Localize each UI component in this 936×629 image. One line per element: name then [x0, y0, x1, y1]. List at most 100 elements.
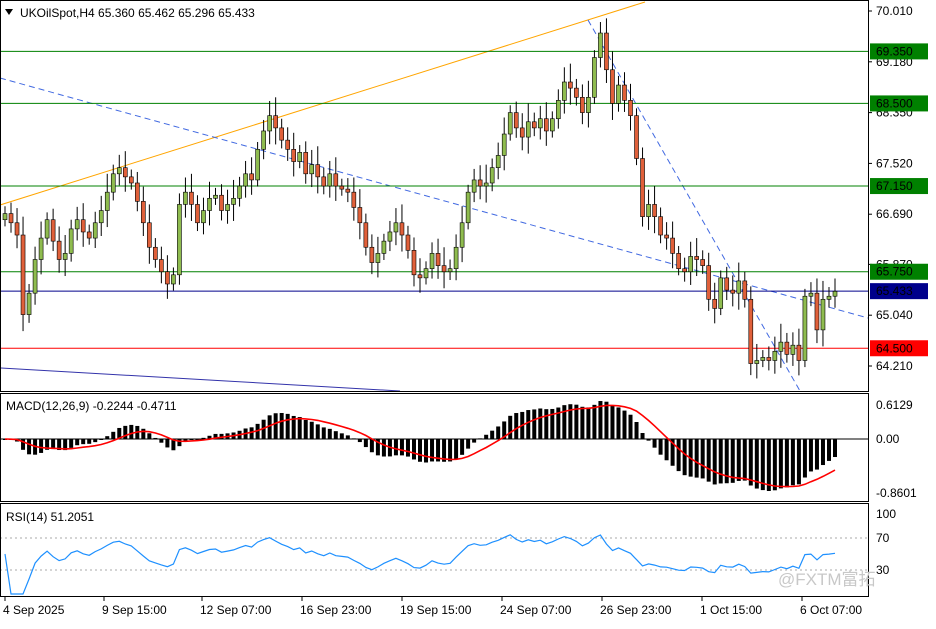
macd-bar — [748, 439, 753, 486]
macd-bar — [784, 439, 789, 488]
macd-bar — [87, 439, 92, 444]
candle-body — [712, 298, 718, 309]
rsi-tick-label: 30 — [876, 563, 890, 577]
candle-body — [309, 164, 315, 175]
macd-bar — [820, 439, 825, 466]
price-tick-label: 70.010 — [876, 4, 913, 18]
macd-bar — [399, 439, 404, 456]
price-tick-label: 67.520 — [876, 156, 913, 170]
macd-bar — [321, 427, 326, 439]
candle-body — [86, 231, 92, 239]
price-tick-label: 64.210 — [876, 359, 913, 373]
macd-bar — [381, 439, 386, 457]
macd-bar — [622, 410, 627, 439]
candle-body — [646, 204, 651, 217]
macd-bar — [327, 428, 332, 439]
macd-bar — [418, 439, 422, 462]
macd-bar — [682, 439, 687, 476]
macd-bar — [766, 439, 771, 491]
candle-body — [760, 357, 766, 361]
candle-body — [68, 228, 74, 254]
candle-body — [333, 173, 339, 187]
candle-body — [634, 115, 639, 159]
macd-bar — [333, 431, 338, 439]
candle-body — [604, 32, 609, 71]
candle-body — [297, 152, 303, 162]
candle-body — [580, 97, 585, 113]
candle-body — [357, 207, 363, 224]
candle-body — [98, 210, 104, 224]
macd-bar — [658, 439, 663, 455]
price-tick-label: 66.690 — [876, 207, 913, 221]
candle-body — [249, 173, 254, 181]
candle-body — [616, 84, 621, 104]
candle-body — [315, 164, 321, 178]
rsi-panel — [0, 503, 869, 597]
level-label: 67.150 — [876, 179, 913, 193]
candle-body — [122, 167, 128, 178]
time-tick-label: 24 Sep 07:00 — [500, 603, 572, 617]
macd-bar — [39, 439, 44, 453]
candle-body — [50, 219, 56, 242]
macd-bar — [586, 407, 591, 439]
macd-bar — [75, 439, 80, 446]
candle-body — [165, 271, 170, 285]
macd-bar — [105, 436, 110, 439]
candle-body — [513, 112, 519, 129]
rsi-tick-label: 70 — [876, 531, 890, 545]
macd-bar — [706, 439, 711, 482]
candle-body — [62, 253, 68, 260]
candle-body — [393, 222, 399, 233]
macd-bar — [646, 439, 651, 441]
candle-body — [285, 139, 290, 150]
macd-bar — [802, 439, 807, 478]
macd-bar — [279, 412, 284, 439]
candle-body — [664, 234, 669, 239]
candle-body — [32, 259, 38, 294]
candle-body — [116, 167, 122, 175]
macd-bar — [351, 438, 356, 440]
candle-body — [104, 191, 110, 211]
macd-bar — [580, 406, 585, 439]
candle-body — [598, 32, 603, 58]
macd-bar — [460, 439, 465, 455]
macd-bar — [411, 439, 416, 460]
macd-bar — [99, 439, 104, 440]
macd-bar — [484, 434, 489, 439]
candle-body — [129, 176, 134, 184]
candle-body — [321, 176, 327, 187]
macd-bar — [448, 439, 453, 462]
candle-body — [459, 222, 465, 248]
candle-body — [471, 179, 477, 193]
candle-body — [670, 237, 675, 254]
macd-bar — [93, 439, 98, 443]
macd-bar — [700, 439, 705, 479]
candle-body — [201, 210, 206, 224]
candle-body — [748, 298, 754, 364]
watermark: @FXTM富拓 — [778, 570, 876, 589]
candle-body — [754, 360, 760, 364]
candle-body — [261, 130, 266, 150]
macd-bar — [796, 439, 801, 485]
macd-bar — [676, 439, 681, 472]
candle-body — [501, 133, 507, 156]
candle-body — [153, 246, 158, 260]
macd-bar — [652, 439, 657, 448]
macd-tick-label: 0.6129 — [876, 398, 913, 412]
candle-body — [802, 295, 808, 361]
macd-bar — [153, 437, 158, 439]
price-header: UKOilSpot,H4 65.360 65.462 65.296 65.433 — [20, 6, 255, 20]
macd-bar — [694, 439, 699, 478]
time-tick-label: 12 Sep 07:00 — [200, 603, 272, 617]
time-tick-label: 16 Sep 23:00 — [300, 603, 372, 617]
macd-bar — [111, 431, 116, 439]
candle-body — [381, 240, 387, 254]
macd-bar — [736, 439, 741, 481]
macd-bar — [177, 439, 182, 447]
candle-body — [574, 87, 579, 98]
candle-body — [110, 173, 116, 193]
macd-tick-label: -0.8601 — [876, 486, 917, 500]
candle-body — [237, 185, 242, 199]
candle-body — [628, 100, 633, 116]
macd-bar — [466, 439, 471, 449]
